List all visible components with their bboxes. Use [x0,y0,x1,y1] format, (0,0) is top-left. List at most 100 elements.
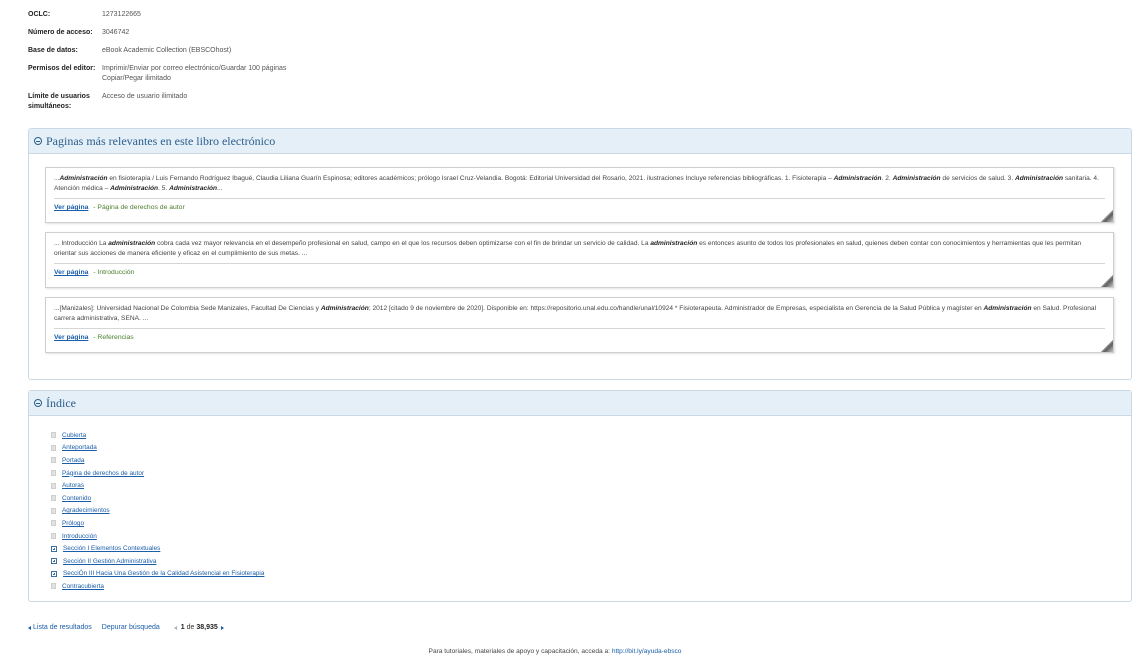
relevant-pages-title: Paginas más relevantes en este libro ele… [46,133,276,148]
page-type-label: - Página de derechos de autor [93,204,185,211]
expand-plus-icon[interactable] [51,570,57,577]
toc-link[interactable]: SecciÓn III Hacia Una Gestión de la Cali… [63,570,264,577]
toc-link[interactable]: Portada [62,457,84,464]
toc-link[interactable]: Introducción [62,533,97,540]
result-pager: 1 de 38,935 [181,624,218,631]
total-results: 38,935 [196,624,218,631]
index-title: Índice [46,395,76,410]
page-curl-icon [1101,275,1113,287]
toc-item: Sección II Gestión Administrativa [51,555,264,568]
collapse-minus-icon[interactable] [34,137,42,145]
page-snippet: ... Introducción La administración cobra… [46,233,1113,261]
toc-item: Contracubierta [51,580,264,593]
page-icon [51,444,56,451]
pager-of-text: de [184,624,197,631]
concurrent-users-label-line-1: Límite de usuarios [28,93,90,100]
footer-text: Para tutoriales, materiales de apoyo y c… [428,648,612,655]
highlighted-term: Administración [833,175,882,182]
snippet-text: . 2. [881,175,893,182]
toc-item: Sección I Elementos Contextuales [51,542,264,555]
page-type-label: - Introducción [93,269,135,276]
footer: Para tutoriales, materiales de apoyo y c… [0,648,1110,655]
concurrent-users-row: Límite de usuarios simultáneos: Acceso d… [28,92,628,112]
highlighted-term: Administración [59,175,108,182]
snippet-text: . 5. [158,185,170,192]
left-arrow-icon [28,625,31,630]
view-page-link[interactable]: Ver página [54,269,88,276]
previous-result-icon[interactable] [173,625,177,630]
toc-link[interactable]: Anteportada [62,444,97,451]
page-icon [51,583,56,590]
toc-item: Cubierta [51,429,264,442]
card-link-row: Ver página - Introducción [46,264,1113,287]
toc-link[interactable]: Prólogo [62,520,84,527]
concurrent-users-label: Límite de usuarios simultáneos: [28,92,102,112]
highlighted-term: Administración [320,305,369,312]
results-list-link[interactable]: Lista de resultados [33,624,92,631]
publisher-permissions-label: Permisos del editor: [28,65,96,72]
highlighted-term: Administración [169,185,218,192]
snippet-text: ; 2012 [citado 9 de noviembre de 2020]. … [368,305,984,312]
next-result-icon[interactable] [220,625,224,630]
toc-item: Contenido [51,492,264,505]
highlighted-term: Administración [892,175,941,182]
publisher-permissions-value: Imprimir/Enviar por correo electrónico/G… [102,64,286,84]
toc-link[interactable]: Autoras [62,482,84,489]
toc-link[interactable]: Sección I Elementos Contextuales [63,545,160,552]
highlighted-term: administración [108,240,156,247]
refine-search-link[interactable]: Depurar búsqueda [102,624,160,631]
toc-link[interactable]: Cubierta [62,432,86,439]
access-number-label: Número de acceso: [28,29,93,36]
database-label: Base de datos: [28,47,78,54]
page-icon [51,533,56,540]
relevant-page-card: ...[Manizales]: Universidad Nacional De … [45,297,1114,353]
toc-link[interactable]: Contenido [62,495,91,502]
highlighted-term: Administración [110,185,159,192]
view-page-link[interactable]: Ver página [54,204,88,211]
oclc-label: OCLC: [28,11,51,18]
expand-plus-icon[interactable] [51,545,57,552]
permissions-line-2: Copiar/Pegar ilimitado [102,75,171,82]
index-panel: Índice Cubierta Anteportada Portada Pági… [28,390,1132,602]
snippet-text: ... [217,185,223,192]
snippet-text: en fisioterapia / Luis Fernando Rodrígue… [107,175,834,182]
snippet-text: de servicios de salud. 3. [940,175,1015,182]
table-of-contents: Cubierta Anteportada Portada Página de d… [51,429,264,593]
page-curl-icon [1101,210,1113,222]
snippet-text: cobra cada vez mayor relevancia en el de… [155,240,651,247]
snippet-text: ...[Manizales]: Universidad Nacional De … [54,305,321,312]
toc-item: Introducción [51,530,264,543]
access-number-row: Número de acceso: 3046742 [28,28,628,38]
toc-item: Prólogo [51,517,264,530]
highlighted-term: Administración [983,305,1032,312]
toc-link[interactable]: Contracubierta [62,583,104,590]
help-link[interactable]: http://bit.ly/ayuda-ebsco [612,648,682,655]
relevant-page-card: ... Introducción La administración cobra… [45,232,1114,288]
relevant-page-card: ...Administración en fisioterapia / Luis… [45,167,1114,223]
snippet-text: ... Introducción La [54,240,109,247]
toc-link[interactable]: Página de derechos de autor [62,470,144,477]
access-number-value: 3046742 [102,29,130,36]
page-type-label: - Referencias [93,334,134,341]
page-snippet: ...[Manizales]: Universidad Nacional De … [46,298,1113,326]
collapse-minus-icon[interactable] [34,399,42,407]
relevant-pages-header[interactable]: Paginas más relevantes en este libro ele… [29,129,1131,154]
toc-item: Anteportada [51,442,264,455]
relevant-pages-panel: Paginas más relevantes en este libro ele… [28,128,1132,380]
toc-item: Agradecimientos [51,505,264,518]
page-icon [51,520,56,527]
toc-link[interactable]: Sección II Gestión Administrativa [63,558,156,565]
toc-item: Autoras [51,479,264,492]
page-icon [51,482,56,489]
oclc-row: OCLC: 1273122665 [28,10,628,20]
expand-plus-icon[interactable] [51,558,57,565]
page-snippet: ...Administración en fisioterapia / Luis… [46,168,1113,196]
index-header[interactable]: Índice [29,391,1131,416]
permissions-line-1: Imprimir/Enviar por correo electrónico/G… [102,65,287,72]
toc-link[interactable]: Agradecimientos [62,507,110,514]
oclc-value: 1273122665 [102,11,141,18]
highlighted-term: administración [650,240,698,247]
highlighted-term: Administración [1015,175,1063,182]
view-page-link[interactable]: Ver página [54,334,88,341]
page-icon [51,495,56,502]
